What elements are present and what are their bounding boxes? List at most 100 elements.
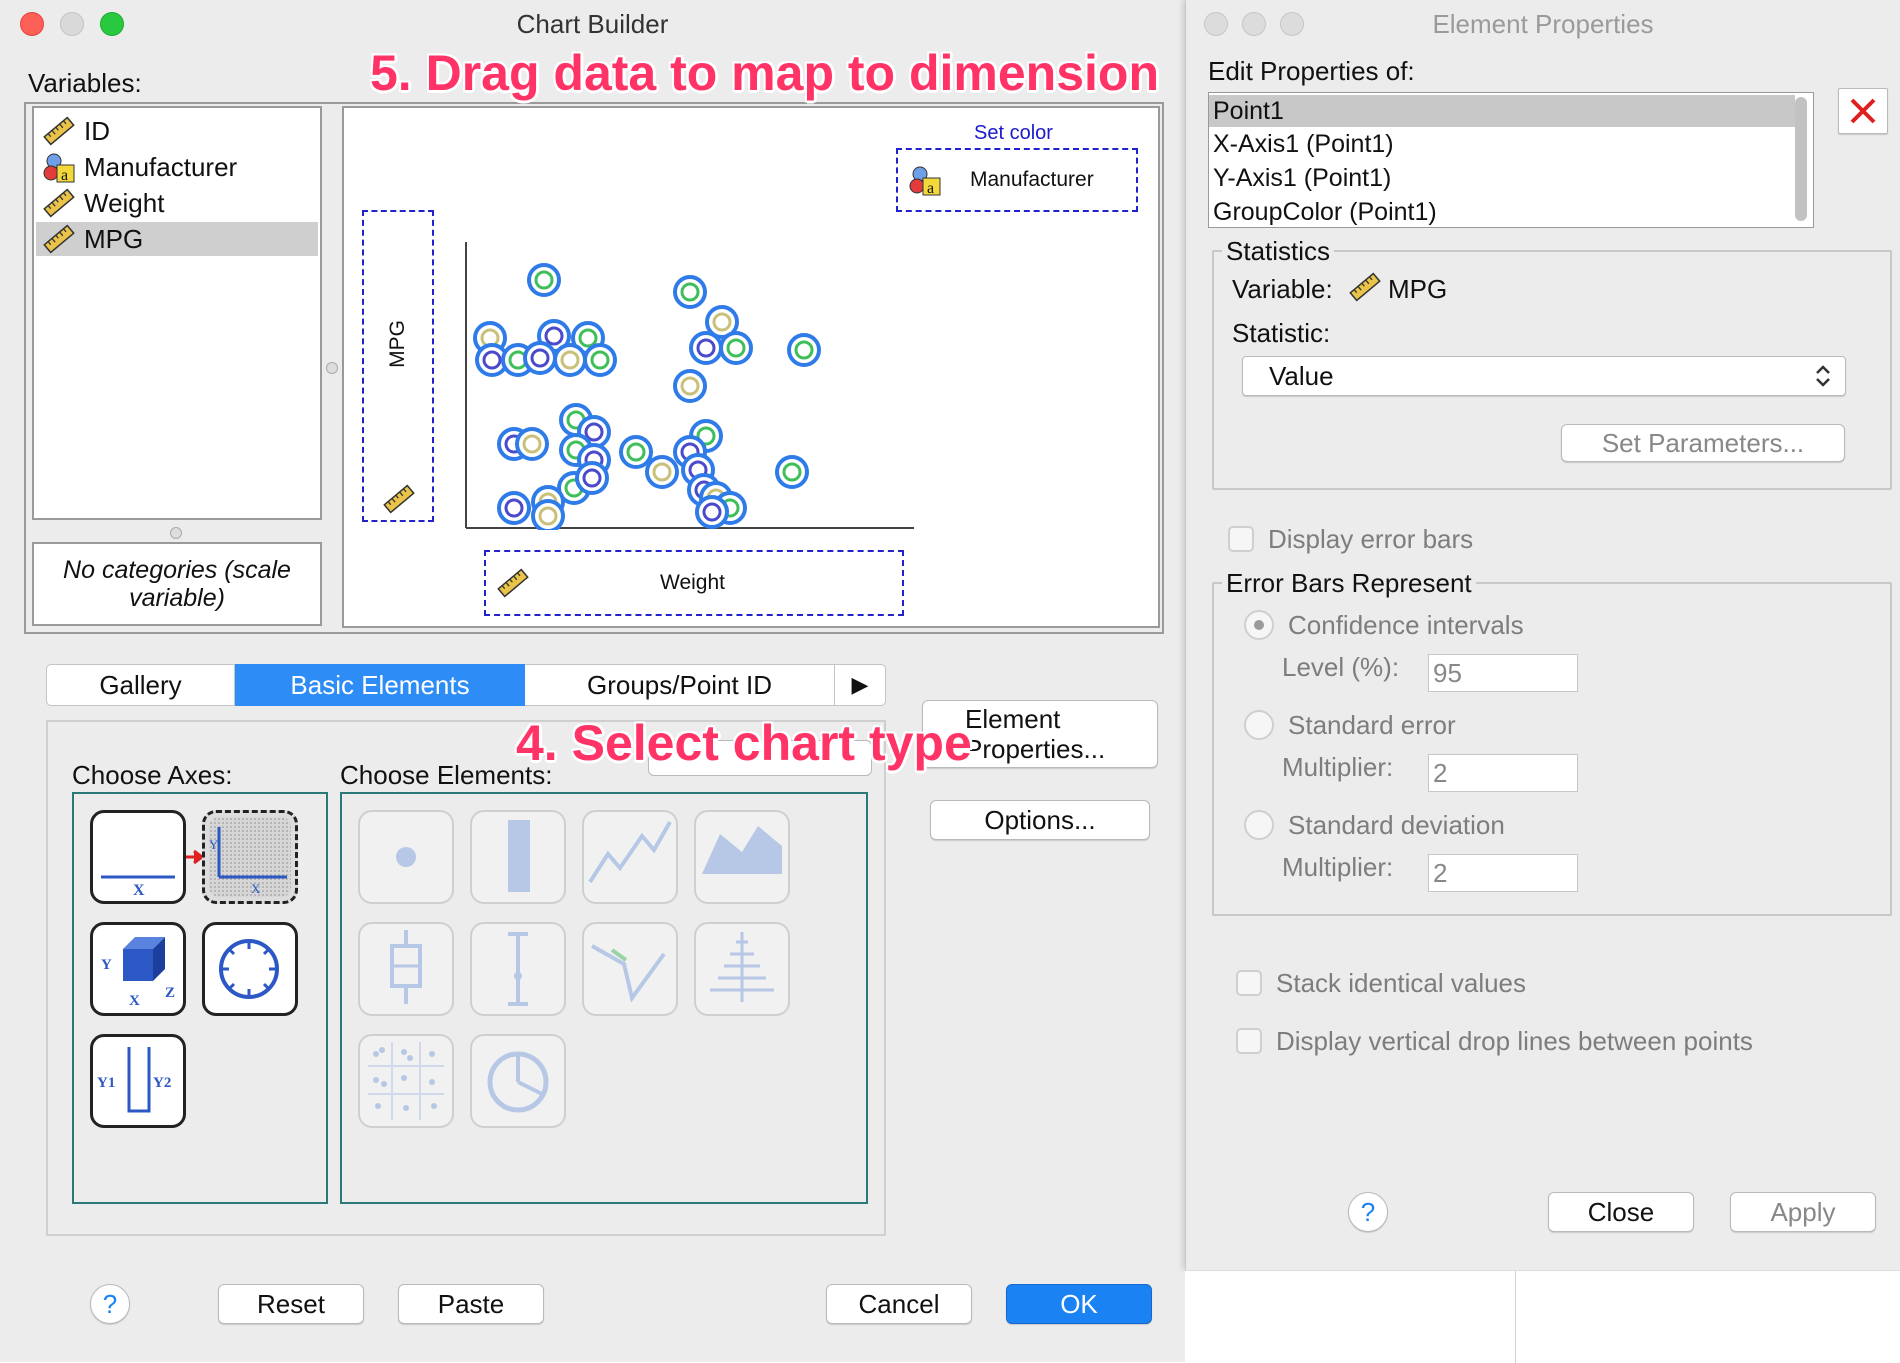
statistic-select[interactable]: Value bbox=[1242, 356, 1846, 396]
list-item-x-axis[interactable]: X-Axis1 (Point1) bbox=[1209, 127, 1795, 161]
help-button[interactable]: ? bbox=[1348, 1192, 1388, 1232]
apply-label: Apply bbox=[1770, 1196, 1836, 1227]
list-item-label: GroupColor (Point1) bbox=[1213, 198, 1437, 226]
standard-error-radio[interactable] bbox=[1244, 710, 1274, 740]
preview-point bbox=[787, 333, 821, 367]
level-field[interactable]: 95 bbox=[1428, 654, 1578, 692]
reset-label: Reset bbox=[257, 1288, 325, 1319]
choose-axes-label: Choose Axes: bbox=[72, 760, 233, 790]
minimize-window-icon[interactable] bbox=[60, 12, 84, 36]
x-axis-drop-zone[interactable]: Weight bbox=[484, 550, 904, 616]
element-area-tile[interactable] bbox=[694, 810, 790, 904]
list-item-point1[interactable]: Point1 bbox=[1209, 95, 1795, 127]
color-drop-zone[interactable]: a Manufacturer bbox=[896, 148, 1138, 212]
x-axis-icon: X bbox=[101, 875, 175, 899]
zoom-window-icon[interactable] bbox=[100, 12, 124, 36]
ruler-icon bbox=[43, 116, 75, 146]
chart-builder-titlebar: Chart Builder bbox=[0, 0, 1185, 48]
axis-2d-xy-tile[interactable]: YX bbox=[202, 810, 298, 904]
ruler-icon bbox=[43, 188, 75, 218]
edit-properties-label: Edit Properties of: bbox=[1208, 56, 1415, 86]
list-item-group-color[interactable]: GroupColor (Point1) bbox=[1209, 195, 1795, 227]
variable-item-mpg[interactable]: MPG bbox=[36, 222, 318, 256]
zoom-window-icon[interactable] bbox=[1280, 12, 1304, 36]
help-icon: ? bbox=[102, 1288, 118, 1319]
edit-properties-list[interactable]: Point1 X-Axis1 (Point1) Y-Axis1 (Point1)… bbox=[1208, 92, 1814, 228]
point-icon bbox=[396, 847, 416, 867]
element-bar-tile[interactable] bbox=[470, 810, 566, 904]
reset-button[interactable]: Reset bbox=[218, 1284, 364, 1324]
element-scatter-matrix-tile[interactable] bbox=[358, 1034, 454, 1128]
categories-note: No categories (scale variable) bbox=[63, 556, 291, 612]
stack-identical-checkbox[interactable] bbox=[1236, 970, 1262, 996]
variable-item-weight[interactable]: Weight bbox=[42, 186, 314, 220]
splitter-handle-vertical[interactable] bbox=[326, 362, 338, 374]
confidence-intervals-radio[interactable] bbox=[1244, 610, 1274, 640]
cube-3d-icon: Y X Z bbox=[101, 937, 175, 1009]
line-icon bbox=[588, 821, 672, 884]
tab-basic-elements[interactable]: Basic Elements bbox=[235, 664, 525, 706]
pie-icon bbox=[487, 1051, 549, 1113]
axis-1d-x-tile[interactable]: X bbox=[90, 810, 186, 904]
x-variable: Weight bbox=[660, 571, 725, 594]
cancel-button[interactable]: Cancel bbox=[826, 1284, 972, 1324]
close-button[interactable]: Close bbox=[1548, 1192, 1694, 1232]
variables-list[interactable]: ID a Manufacturer Weight MPG bbox=[32, 106, 322, 520]
chart-preview-canvas[interactable]: Set color a Manufacturer MPG Weight bbox=[342, 106, 1160, 628]
minimize-window-icon[interactable] bbox=[1242, 12, 1266, 36]
y-axis-drop-zone[interactable]: MPG bbox=[362, 210, 434, 522]
variable-name: Weight bbox=[84, 187, 165, 218]
tab-groups-point-id[interactable]: Groups/Point ID bbox=[525, 665, 835, 705]
se-multiplier-field[interactable]: 2 bbox=[1428, 754, 1578, 792]
standard-deviation-radio[interactable] bbox=[1244, 810, 1274, 840]
statistic-value: Value bbox=[1269, 360, 1334, 391]
ok-button[interactable]: OK bbox=[1006, 1284, 1152, 1324]
variable-value: MPG bbox=[1388, 274, 1448, 304]
delete-element-button[interactable] bbox=[1838, 88, 1888, 134]
tab-gallery[interactable]: Gallery bbox=[47, 665, 235, 705]
drop-lines-checkbox[interactable] bbox=[1236, 1028, 1262, 1054]
element-error-bar-tile[interactable] bbox=[470, 922, 566, 1016]
svg-text:Y: Y bbox=[209, 837, 219, 852]
tab-scroll-right-icon[interactable]: ▶ bbox=[835, 665, 885, 705]
bar-icon bbox=[508, 820, 530, 892]
element-point-tile[interactable] bbox=[358, 810, 454, 904]
splitter-handle[interactable] bbox=[170, 527, 182, 539]
ruler-icon bbox=[1349, 272, 1381, 302]
apply-button[interactable]: Apply bbox=[1730, 1192, 1876, 1232]
standard-deviation-label: Standard deviation bbox=[1288, 810, 1505, 840]
chevron-up-down-icon bbox=[1816, 365, 1830, 387]
tab-label: Basic Elements bbox=[290, 669, 470, 700]
element-histogram-tile[interactable] bbox=[694, 922, 790, 1016]
options-button[interactable]: Options... bbox=[930, 800, 1150, 840]
scatter-matrix-icon bbox=[368, 1042, 444, 1120]
xy-axes-icon: YX bbox=[209, 817, 291, 897]
list-item-y-axis[interactable]: Y-Axis1 (Point1) bbox=[1209, 161, 1795, 195]
preview-point bbox=[527, 263, 561, 297]
variable-item-id[interactable]: ID bbox=[42, 114, 314, 148]
svg-text:X: X bbox=[129, 993, 140, 1009]
element-line-tile[interactable] bbox=[582, 810, 678, 904]
svg-text:a: a bbox=[61, 167, 68, 183]
sd-multiplier-field[interactable]: 2 bbox=[1428, 854, 1578, 892]
help-button[interactable]: ? bbox=[90, 1284, 130, 1324]
variable-name: ID bbox=[84, 115, 110, 146]
axis-3d-tile[interactable]: Y X Z bbox=[90, 922, 186, 1016]
paste-button[interactable]: Paste bbox=[398, 1284, 544, 1324]
preview-point bbox=[775, 455, 809, 489]
set-parameters-label: Set Parameters... bbox=[1601, 427, 1805, 458]
element-boxplot-tile[interactable] bbox=[358, 922, 454, 1016]
variable-item-manufacturer[interactable]: a Manufacturer bbox=[42, 150, 314, 184]
axis-polar-tile[interactable] bbox=[202, 922, 298, 1016]
element-high-low-tile[interactable] bbox=[582, 922, 678, 1016]
list-scrollbar[interactable] bbox=[1795, 97, 1807, 221]
list-item-label: Y-Axis1 (Point1) bbox=[1213, 164, 1392, 192]
element-pie-tile[interactable] bbox=[470, 1034, 566, 1128]
variables-label: Variables: bbox=[28, 68, 142, 98]
display-error-bars-checkbox[interactable] bbox=[1228, 526, 1254, 552]
close-window-icon[interactable] bbox=[20, 12, 44, 36]
set-parameters-button[interactable]: Set Parameters... bbox=[1561, 424, 1845, 462]
axis-dual-y-tile[interactable]: Y1 Y2 bbox=[90, 1034, 186, 1128]
preview-point bbox=[645, 455, 679, 489]
close-window-icon[interactable] bbox=[1204, 12, 1228, 36]
